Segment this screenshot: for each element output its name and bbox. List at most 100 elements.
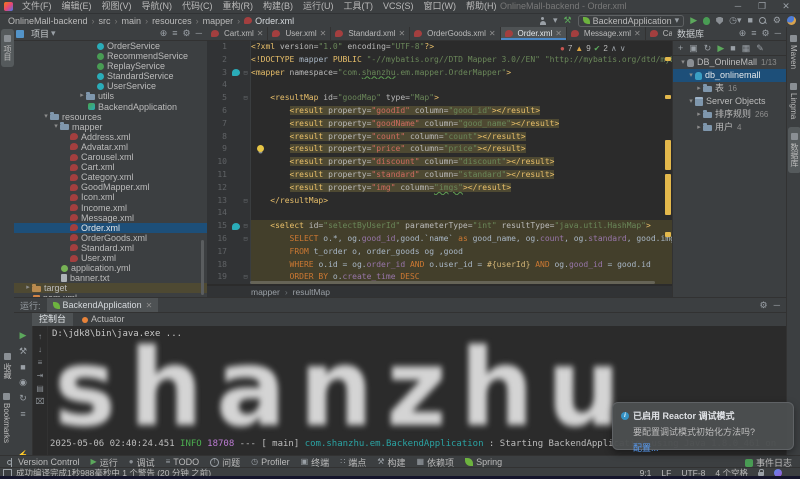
project-tree-item[interactable]: Advatar.xml bbox=[14, 142, 207, 152]
chevron-down-icon[interactable]: ▾ bbox=[553, 14, 558, 27]
project-tree-item[interactable]: OrderService bbox=[14, 41, 207, 51]
tree-expand-icon[interactable]: ▾ bbox=[52, 122, 60, 132]
code-line[interactable]: 7 <result property="goodName" column="go… bbox=[207, 118, 672, 131]
project-tree-item[interactable]: RecommendService bbox=[14, 51, 207, 61]
fold-marker[interactable]: ⊟ bbox=[241, 233, 251, 246]
editor-tab[interactable]: Cart.xml✕ bbox=[207, 27, 268, 40]
locate-file-icon[interactable]: ⊕ bbox=[160, 28, 168, 39]
build-hammer-icon[interactable]: ⚒ bbox=[564, 14, 572, 27]
breadcrumb-item[interactable]: resources bbox=[152, 16, 192, 26]
code-line[interactable]: 4 bbox=[207, 79, 672, 92]
project-tree-item[interactable]: GoodMapper.xml bbox=[14, 182, 207, 192]
edit-configuration-icon[interactable]: ⚒ bbox=[19, 346, 27, 357]
snapshot-icon[interactable]: ◉ bbox=[19, 377, 27, 388]
tree-expand-icon[interactable]: ▾ bbox=[687, 95, 695, 108]
scroll-up-icon[interactable]: ↑ bbox=[38, 332, 42, 341]
database-tree-item[interactable]: ▸表16 bbox=[673, 82, 787, 95]
restart-icon[interactable]: ↻ bbox=[19, 393, 27, 404]
locate-icon[interactable]: ⊕ bbox=[739, 28, 747, 39]
project-tree-item[interactable]: User.xml bbox=[14, 253, 207, 263]
project-panel-title[interactable]: 项目 bbox=[26, 27, 49, 40]
settings-gear-icon[interactable]: ⚙ bbox=[183, 28, 191, 39]
menu-item[interactable]: 重构(R) bbox=[218, 1, 259, 11]
tool-window-button-数据库[interactable]: 数据库 bbox=[788, 127, 800, 173]
hide-panel-icon[interactable]: ─ bbox=[775, 28, 781, 39]
code-line[interactable]: 15⊟ <select id="selectByUserId" paramete… bbox=[207, 220, 672, 233]
tool-window-button-project[interactable]: 项目 bbox=[1, 29, 14, 67]
stripe-mark[interactable] bbox=[665, 140, 671, 170]
tool-window-button[interactable]: Bookmarks bbox=[1, 387, 12, 449]
breadcrumb-mapper[interactable]: mapper bbox=[251, 287, 280, 297]
stripe-mark[interactable] bbox=[665, 174, 671, 215]
menu-item[interactable]: 文件(F) bbox=[17, 1, 57, 11]
tool-window-button-lingma[interactable]: Lingma bbox=[788, 77, 799, 125]
mybatis-gutter-icon[interactable] bbox=[232, 69, 240, 76]
editor-tab[interactable]: Standard.xml✕ bbox=[331, 27, 410, 40]
tree-expand-icon[interactable]: ▸ bbox=[695, 108, 703, 121]
console-tab[interactable]: 控制台 bbox=[32, 313, 73, 326]
editor-tab[interactable]: Carousel.xml✕ bbox=[646, 27, 672, 40]
fold-marker[interactable]: ⊟ bbox=[241, 67, 251, 80]
fold-marker[interactable]: ⊟ bbox=[241, 220, 251, 233]
stop-button[interactable]: ■ bbox=[747, 14, 752, 27]
stripe-mark[interactable] bbox=[665, 95, 671, 99]
stop-icon[interactable]: ■ bbox=[730, 43, 735, 53]
project-tree-item[interactable]: Income.xml bbox=[14, 203, 207, 213]
chevron-down-icon[interactable]: ▾ bbox=[51, 27, 56, 40]
project-tree-item[interactable]: BackendApplication bbox=[14, 102, 207, 112]
stripe-mark[interactable] bbox=[665, 57, 671, 61]
tool-window-button-maven[interactable]: Maven bbox=[788, 29, 799, 75]
tool-window-button[interactable]: 收藏 bbox=[1, 347, 14, 385]
project-tree-item[interactable]: StandardService bbox=[14, 71, 207, 81]
hide-panel-icon[interactable]: ─ bbox=[196, 28, 202, 39]
menu-item[interactable]: 窗口(W) bbox=[419, 1, 462, 11]
notification-action-link[interactable]: 配置... bbox=[633, 441, 785, 454]
code-line[interactable]: 12 <result property="img" column="imgs">… bbox=[207, 182, 672, 195]
user-icon[interactable] bbox=[539, 17, 547, 25]
database-tree-item[interactable]: ▾Server Objects bbox=[673, 95, 787, 108]
edit-icon[interactable]: ✎ bbox=[756, 43, 764, 54]
maximize-button[interactable]: ❐ bbox=[750, 0, 774, 13]
clear-console-icon[interactable]: ⌧ bbox=[35, 397, 44, 406]
rerun-button[interactable]: ▶ bbox=[20, 330, 27, 341]
tree-expand-icon[interactable]: ▸ bbox=[695, 82, 703, 95]
scroll-to-end-icon[interactable]: ⇥ bbox=[37, 371, 44, 380]
profiler-button[interactable]: ◷▾ bbox=[729, 14, 741, 27]
notification-popup[interactable]: i 已启用 Reactor 调试模式 要配置调试模式初始化方法吗? 配置... bbox=[612, 402, 794, 450]
database-tree-item[interactable]: ▾DB_OnlineMall1/13 bbox=[673, 56, 787, 69]
code-line[interactable]: 18 WHERE o.id = og.order_id AND o.user_i… bbox=[207, 259, 672, 272]
close-tab-icon[interactable]: ✕ bbox=[257, 29, 264, 38]
table-icon[interactable]: ▦ bbox=[742, 43, 751, 54]
tree-expand-icon[interactable]: ▾ bbox=[687, 69, 695, 82]
project-tree-item[interactable]: banner.txt bbox=[14, 273, 207, 283]
collapse-all-icon[interactable]: ≡ bbox=[172, 28, 177, 39]
console-tab[interactable]: Actuator bbox=[75, 313, 132, 326]
database-tree-item[interactable]: ▸用户4 bbox=[673, 121, 787, 134]
run-configuration-select[interactable]: BackendApplication ▾ bbox=[578, 15, 685, 27]
breadcrumb-item[interactable]: main bbox=[122, 16, 142, 26]
close-tab-icon[interactable]: ✕ bbox=[398, 29, 405, 38]
menu-item[interactable]: 编辑(E) bbox=[57, 1, 97, 11]
project-tree-item[interactable]: Category.xml bbox=[14, 172, 207, 182]
run-tab[interactable]: BackendApplication ✕ bbox=[47, 298, 159, 312]
code-line[interactable]: 17 FROM t_order o, order_goods og ,good bbox=[207, 246, 672, 259]
tree-expand-icon[interactable]: ▸ bbox=[695, 121, 703, 134]
project-tree-item[interactable]: UserService bbox=[14, 81, 207, 91]
code-line[interactable]: 5⊟ <resultMap id="goodMap" type="Map"> bbox=[207, 92, 672, 105]
add-datasource-icon[interactable]: + bbox=[678, 43, 683, 53]
breadcrumb-item[interactable]: Order.xml bbox=[255, 16, 294, 26]
run-button[interactable]: ▶ bbox=[690, 14, 697, 27]
hide-panel-icon[interactable]: ─ bbox=[774, 300, 780, 311]
project-tree-item[interactable]: Cart.xml bbox=[14, 162, 207, 172]
project-tree-item[interactable]: Carousel.xml bbox=[14, 152, 207, 162]
editor-tab[interactable]: User.xml✕ bbox=[268, 27, 331, 40]
code-line[interactable]: 14 bbox=[207, 207, 672, 220]
project-tree-item[interactable]: ▾resources bbox=[14, 112, 207, 122]
minimize-button[interactable]: ─ bbox=[726, 0, 750, 13]
avatar[interactable] bbox=[787, 16, 796, 25]
close-tab-icon[interactable]: ✕ bbox=[555, 29, 562, 38]
breadcrumb-item[interactable]: src bbox=[99, 16, 111, 26]
menu-item[interactable]: 导航(N) bbox=[137, 1, 178, 11]
menu-item[interactable]: 运行(U) bbox=[298, 1, 339, 11]
settings-gear-icon[interactable]: ⚙ bbox=[773, 14, 781, 27]
